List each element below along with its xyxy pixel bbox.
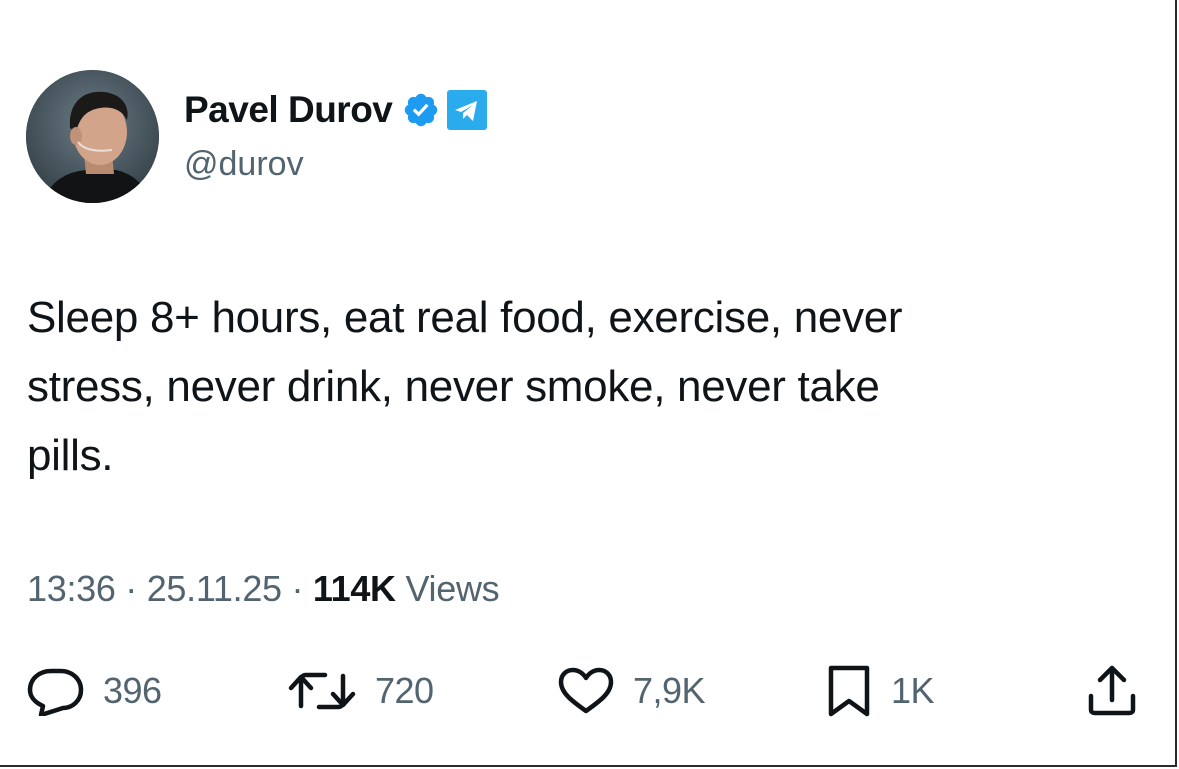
tweet-text: Sleep 8+ hours, eat real food, exercise,… xyxy=(27,293,903,480)
tweet-meta: 13:36 · 25.11.25 · 114K Views xyxy=(27,566,500,612)
views-label: Views xyxy=(405,568,500,609)
reply-button[interactable]: 396 xyxy=(27,666,162,716)
handle[interactable]: @durov xyxy=(184,144,488,184)
separator: · xyxy=(125,568,137,609)
separator: · xyxy=(291,568,304,609)
telegram-icon[interactable] xyxy=(446,89,488,131)
author-header: Pavel Durov @durov xyxy=(184,86,488,184)
reply-icon xyxy=(27,668,84,716)
bookmark-count: 1K xyxy=(891,670,935,711)
display-name[interactable]: Pavel Durov xyxy=(184,86,393,134)
share-button[interactable] xyxy=(1085,665,1139,716)
date[interactable]: 25.11.25 xyxy=(147,568,282,609)
like-button[interactable]: 7,9K xyxy=(557,666,706,716)
retweet-count: 720 xyxy=(375,670,434,711)
heart-icon xyxy=(558,667,614,714)
share-icon xyxy=(1088,665,1136,716)
profile-photo xyxy=(26,70,159,203)
bookmark-icon xyxy=(828,665,870,717)
timestamp[interactable]: 13:36 xyxy=(27,568,116,609)
name-row: Pavel Durov xyxy=(184,86,488,134)
verified-badge-icon[interactable] xyxy=(402,91,440,129)
retweet-button[interactable]: 720 xyxy=(287,666,434,716)
like-count: 7,9K xyxy=(633,670,706,711)
retweet-icon xyxy=(288,672,356,710)
avatar[interactable] xyxy=(26,70,159,203)
views-count: 114K xyxy=(312,568,396,609)
bookmark-button[interactable]: 1K xyxy=(825,665,935,717)
reply-count: 396 xyxy=(103,670,162,711)
